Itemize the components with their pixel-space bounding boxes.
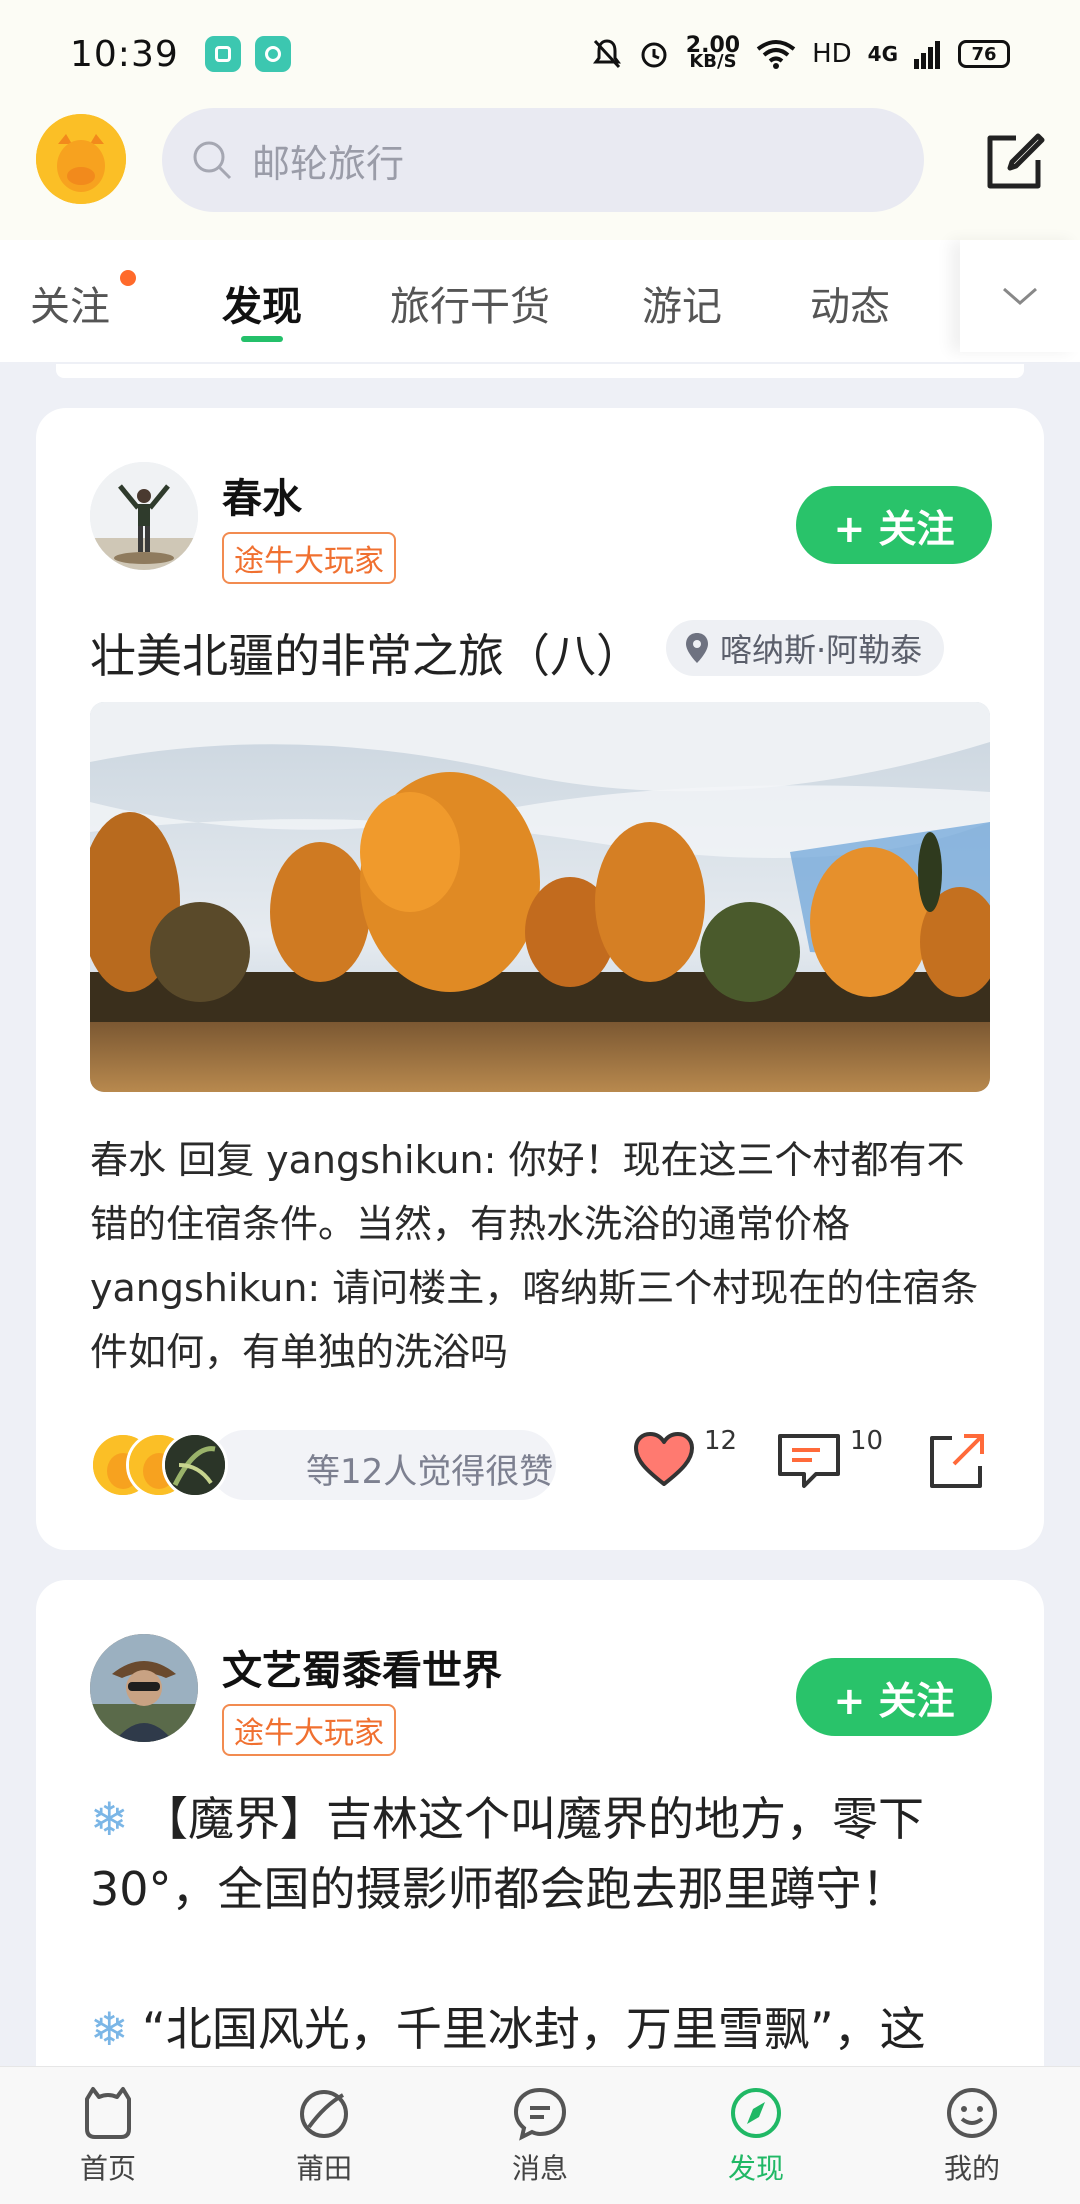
autumn-trees-photo	[90, 702, 990, 1092]
message-icon	[513, 2087, 567, 2141]
city-icon	[300, 2090, 348, 2138]
search-input[interactable]: 邮轮旅行	[162, 108, 924, 212]
user-avatar[interactable]	[36, 114, 126, 204]
app-notification-icon	[254, 36, 291, 72]
comment-icon	[778, 1434, 840, 1488]
tab-moments[interactable]: 动态	[810, 274, 890, 332]
hd-indicator: HD	[812, 39, 852, 69]
wifi-icon	[756, 40, 796, 69]
cow-mascot-icon	[36, 114, 126, 204]
nav-messages[interactable]: 消息	[432, 2067, 648, 2204]
search-icon	[193, 141, 232, 180]
previous-card-edge	[56, 364, 1024, 378]
nav-home[interactable]: 首页	[0, 2067, 216, 2204]
likers-text: 等12人觉得很赞	[306, 1452, 554, 1492]
like-button[interactable]: 12	[632, 1426, 737, 1488]
author-name[interactable]: 春水	[222, 466, 302, 524]
network-type: 4G	[867, 42, 898, 66]
location-tag[interactable]: 喀纳斯·阿勒泰	[666, 620, 945, 676]
compose-icon[interactable]	[982, 130, 1046, 194]
chevron-down-icon	[1003, 287, 1037, 305]
snowflake-icon: ❄	[90, 1792, 129, 1846]
comment-count: 10	[850, 1426, 884, 1456]
bottom-nav: 首页 莆田 消息 发现 我的	[0, 2066, 1080, 2204]
snowflake-icon: ❄	[90, 2002, 129, 2056]
comment-button[interactable]: 10	[776, 1426, 883, 1490]
unread-dot	[120, 270, 136, 286]
author-photo	[90, 462, 198, 570]
alarm-icon	[641, 42, 667, 68]
location-text: 喀纳斯·阿勒泰	[720, 631, 923, 669]
author-name[interactable]: 文艺蜀黍看世界	[222, 1638, 502, 1696]
like-count: 12	[704, 1426, 738, 1456]
signal-icon	[914, 41, 940, 69]
tab-bar: 关注 发现 旅行干货 游记 动态	[0, 240, 1080, 362]
nav-city[interactable]: 莆田	[216, 2067, 432, 2204]
heart-icon	[634, 1432, 694, 1486]
nav-discover[interactable]: 发现	[648, 2067, 864, 2204]
active-tab-indicator	[241, 336, 283, 342]
tabs-expand-button[interactable]	[960, 240, 1080, 352]
network-speed: 2.00 KB/S	[685, 33, 741, 72]
compass-icon	[731, 2088, 781, 2138]
likers-summary[interactable]: 等12人觉得很赞	[90, 1428, 556, 1500]
post-excerpt[interactable]: 春水 回复 yangshikun: 你好！现在这三个村都有不错的住宿条件。当然，…	[90, 1128, 990, 1384]
post-text-line: ❄ 【魔界】吉林这个叫魔界的地方，零下30°，全国的摄影师都会跑去那里蹲守！	[90, 1784, 1010, 1924]
search-placeholder: 邮轮旅行	[252, 141, 405, 186]
follow-button[interactable]: + 关注	[796, 486, 992, 564]
profile-icon	[947, 2088, 997, 2138]
author-badge: 途牛大玩家	[222, 1704, 396, 1756]
share-icon	[930, 1434, 984, 1488]
tab-discover[interactable]: 发现	[222, 274, 302, 332]
tab-travelogues[interactable]: 游记	[642, 274, 722, 332]
follow-button[interactable]: + 关注	[796, 1658, 992, 1736]
share-button[interactable]	[926, 1430, 988, 1492]
post-card[interactable]: 春水 途牛大玩家 + 关注 壮美北疆的非常之旅（八） 喀纳斯·阿勒泰 春水 回复…	[36, 408, 1044, 1550]
post-text-line: ❄ “北国风光，千里冰封，万里雪飘”，这	[90, 1994, 1010, 2064]
nav-profile[interactable]: 我的	[864, 2067, 1080, 2204]
post-title[interactable]: 壮美北疆的非常之旅（八）	[90, 620, 642, 686]
post-text[interactable]: ❄ 【魔界】吉林这个叫魔界的地方，零下30°，全国的摄影师都会跑去那里蹲守！ ❄ “…	[90, 1784, 1010, 2064]
author-avatar[interactable]	[90, 462, 198, 570]
post-photo[interactable]	[90, 702, 990, 1092]
battery-icon: 76	[958, 40, 1010, 68]
tab-travel-tips[interactable]: 旅行干货	[390, 274, 550, 332]
liker-avatar	[162, 1432, 228, 1498]
author-photo	[90, 1634, 198, 1742]
author-badge: 途牛大玩家	[222, 532, 396, 584]
mute-bell-icon	[592, 39, 621, 69]
header: 邮轮旅行	[0, 108, 1080, 240]
status-time: 10:39	[70, 33, 179, 75]
tab-following[interactable]: 关注	[30, 274, 110, 332]
location-pin-icon	[686, 633, 708, 663]
app-notification-icon	[204, 36, 241, 72]
author-avatar[interactable]	[90, 1634, 198, 1742]
status-bar: 10:39 2.00 KB/S HD 4G 76	[0, 0, 1080, 108]
home-icon	[85, 2087, 131, 2139]
